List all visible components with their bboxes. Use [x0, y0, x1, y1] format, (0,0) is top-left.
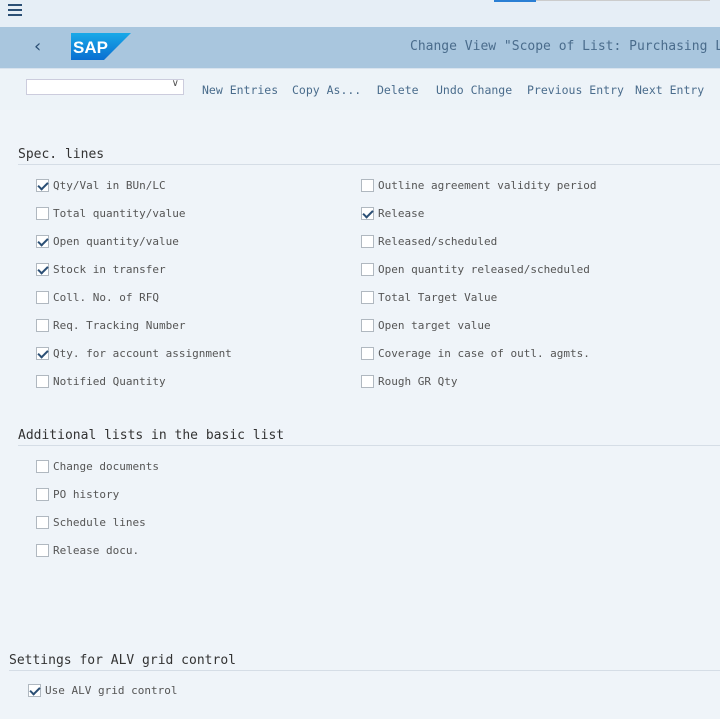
- checkbox-unchecked-icon[interactable]: [361, 319, 374, 332]
- checkbox-checked-icon[interactable]: [36, 179, 49, 192]
- checkbox-schedule-lines[interactable]: Schedule lines: [36, 516, 146, 529]
- new-entries-button[interactable]: New Entries: [202, 83, 278, 97]
- checkbox-qty-for-account-assignment[interactable]: Qty. for account assignment: [36, 347, 232, 360]
- checkbox-po-history[interactable]: PO history: [36, 488, 119, 501]
- checkbox-label: Released/scheduled: [378, 235, 497, 248]
- checkbox-change-documents[interactable]: Change documents: [36, 460, 159, 473]
- header: ‹ SAP Change View "Scope of List: Purcha…: [0, 27, 720, 68]
- checkbox-open-target-value[interactable]: Open target value: [361, 319, 491, 332]
- checkbox-qty-val-in-bun-lc[interactable]: Qty/Val in BUn/LC: [36, 179, 166, 192]
- checkbox-unchecked-icon[interactable]: [36, 488, 49, 501]
- checkbox-label: Coverage in case of outl. agmts.: [378, 347, 590, 360]
- divider: [18, 445, 720, 446]
- checkbox-req-tracking-number[interactable]: Req. Tracking Number: [36, 319, 185, 332]
- checkbox-checked-icon[interactable]: [28, 684, 41, 697]
- section-title-alv: Settings for ALV grid control: [9, 653, 236, 668]
- checkbox-unchecked-icon[interactable]: [36, 319, 49, 332]
- checkbox-checked-icon[interactable]: [36, 347, 49, 360]
- checkbox-unchecked-icon[interactable]: [36, 207, 49, 220]
- undo-change-button[interactable]: Undo Change: [436, 83, 512, 97]
- checkbox-unchecked-icon[interactable]: [36, 291, 49, 304]
- checkbox-total-quantity-value[interactable]: Total quantity/value: [36, 207, 185, 220]
- checkbox-unchecked-icon[interactable]: [36, 460, 49, 473]
- divider: [18, 164, 720, 165]
- checkbox-unchecked-icon[interactable]: [36, 516, 49, 529]
- tab-indicator: [494, 0, 536, 2]
- checkbox-unchecked-icon[interactable]: [361, 263, 374, 276]
- checkbox-open-quantity-released-scheduled[interactable]: Open quantity released/scheduled: [361, 263, 590, 276]
- checkbox-label: Total Target Value: [378, 291, 497, 304]
- checkbox-open-quantity-value[interactable]: Open quantity/value: [36, 235, 179, 248]
- checkbox-label: Notified Quantity: [53, 375, 166, 388]
- checkbox-label: Schedule lines: [53, 516, 146, 529]
- checkbox-released-scheduled[interactable]: Released/scheduled: [361, 235, 497, 248]
- shell-bar: [0, 0, 720, 27]
- toolbar: ∨ New Entries Copy As... Delete Undo Cha…: [0, 68, 720, 110]
- checkbox-stock-in-transfer[interactable]: Stock in transfer: [36, 263, 166, 276]
- chevron-down-icon: ∨: [172, 78, 179, 89]
- checkbox-label: Change documents: [53, 460, 159, 473]
- checkbox-label: PO history: [53, 488, 119, 501]
- checkbox-unchecked-icon[interactable]: [361, 375, 374, 388]
- checkbox-label: Stock in transfer: [53, 263, 166, 276]
- checkbox-label: Qty. for account assignment: [53, 347, 232, 360]
- checkbox-label: Total quantity/value: [53, 207, 185, 220]
- actions-dropdown[interactable]: ∨: [26, 79, 184, 95]
- checkbox-label: Open target value: [378, 319, 491, 332]
- checkbox-unchecked-icon[interactable]: [361, 179, 374, 192]
- checkbox-notified-quantity[interactable]: Notified Quantity: [36, 375, 166, 388]
- menu-icon[interactable]: [8, 4, 22, 16]
- delete-button[interactable]: Delete: [377, 83, 419, 97]
- checkbox-label: Open quantity/value: [53, 235, 179, 248]
- checkbox-coverage-in-case-of-outl-agmts[interactable]: Coverage in case of outl. agmts.: [361, 347, 590, 360]
- checkbox-label: Req. Tracking Number: [53, 319, 185, 332]
- checkbox-unchecked-icon[interactable]: [36, 544, 49, 557]
- checkbox-label: Qty/Val in BUn/LC: [53, 179, 166, 192]
- checkbox-checked-icon[interactable]: [361, 207, 374, 220]
- back-icon[interactable]: ‹: [34, 36, 41, 57]
- checkbox-unchecked-icon[interactable]: [361, 291, 374, 304]
- checkbox-unchecked-icon[interactable]: [361, 347, 374, 360]
- checkbox-total-target-value[interactable]: Total Target Value: [361, 291, 497, 304]
- checkbox-outline-agreement-validity-period[interactable]: Outline agreement validity period: [361, 179, 597, 192]
- checkbox-rough-gr-qty[interactable]: Rough GR Qty: [361, 375, 457, 388]
- checkbox-label: Rough GR Qty: [378, 375, 457, 388]
- next-entry-button[interactable]: Next Entry: [635, 83, 704, 97]
- page-title: Change View "Scope of List: Purchasing L…: [410, 39, 720, 54]
- checkbox-release-docu[interactable]: Release docu.: [36, 544, 139, 557]
- sap-logo: SAP: [71, 33, 131, 60]
- checkbox-use-alv-grid-control[interactable]: Use ALV grid control: [28, 684, 177, 697]
- checkbox-label: Use ALV grid control: [45, 684, 177, 697]
- section-title-additional-lists: Additional lists in the basic list: [18, 428, 284, 443]
- previous-entry-button[interactable]: Previous Entry: [527, 83, 624, 97]
- checkbox-label: Open quantity released/scheduled: [378, 263, 590, 276]
- checkbox-release[interactable]: Release: [361, 207, 424, 220]
- checkbox-checked-icon[interactable]: [36, 235, 49, 248]
- checkbox-label: Coll. No. of RFQ: [53, 291, 159, 304]
- copy-as-button[interactable]: Copy As...: [292, 83, 361, 97]
- section-title-spec-lines: Spec. lines: [18, 147, 104, 162]
- checkbox-checked-icon[interactable]: [36, 263, 49, 276]
- checkbox-unchecked-icon[interactable]: [36, 375, 49, 388]
- svg-text:SAP: SAP: [73, 38, 108, 57]
- tab-divider: [536, 0, 710, 1]
- checkbox-label: Release: [378, 207, 424, 220]
- checkbox-label: Release docu.: [53, 544, 139, 557]
- divider: [9, 670, 720, 671]
- checkbox-unchecked-icon[interactable]: [361, 235, 374, 248]
- checkbox-label: Outline agreement validity period: [378, 179, 597, 192]
- checkbox-coll-no-of-rfq[interactable]: Coll. No. of RFQ: [36, 291, 159, 304]
